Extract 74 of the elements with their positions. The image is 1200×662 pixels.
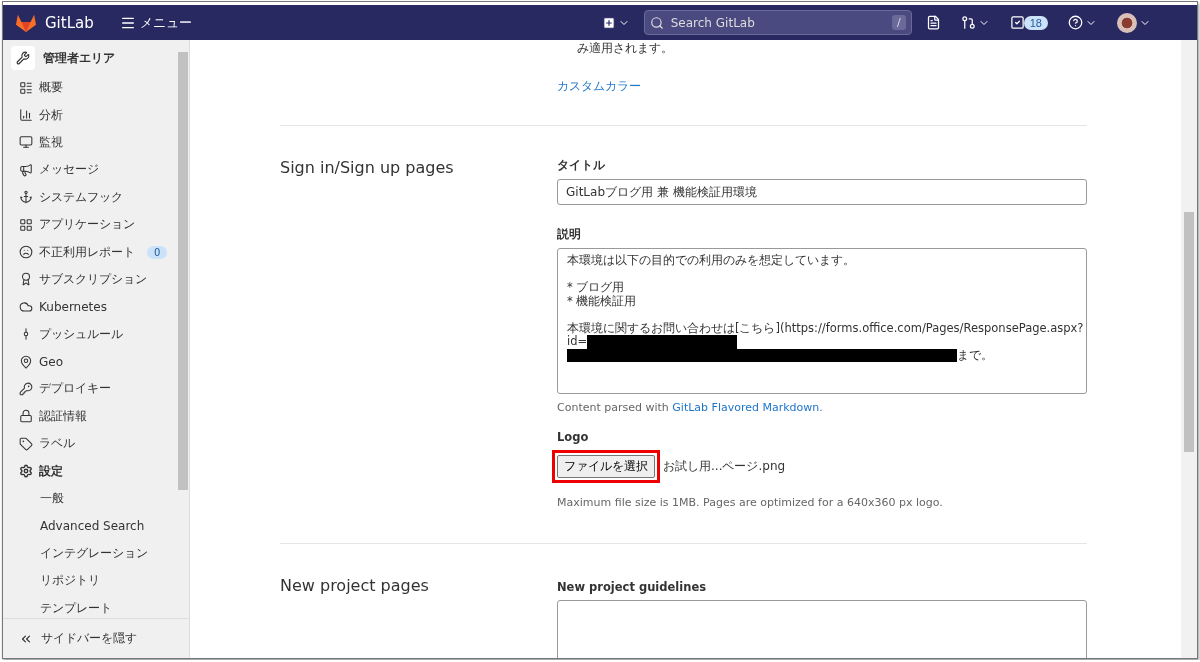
todo-count: 18 — [1023, 15, 1048, 30]
map-pin-icon — [19, 354, 33, 369]
sidebar-item[interactable]: システムフック — [11, 183, 175, 211]
sidebar-subitem[interactable]: テンプレート — [11, 594, 175, 618]
sidebar-item[interactable]: 設定 — [11, 457, 175, 485]
custom-color-link[interactable]: カスタムカラー — [557, 79, 641, 93]
help-text: Maximum file size is 1MB. Pages are optimized for a 640x360 px logo. — [557, 496, 944, 509]
section-heading: New project pages — [280, 575, 430, 597]
sidebar-title: 管理者エリア — [43, 49, 115, 67]
grid-icon — [19, 217, 33, 232]
description-text: 本環境に関するお問い合わせは[こちら](https://forms.office.com/Pages/ResponsePage.aspx? — [567, 321, 1084, 335]
search-icon — [649, 15, 664, 30]
sidebar-item[interactable]: デプロイキー — [11, 375, 175, 403]
lock-icon — [19, 409, 33, 424]
menu-button[interactable]: メニュー — [115, 11, 196, 34]
description-text: 本環境は以下の目的での利用のみを想定しています。 — [567, 254, 855, 268]
sidebar-subitem[interactable]: Advanced Search — [11, 512, 175, 540]
description-text: * ブログ用 — [567, 281, 625, 295]
sidebar-subitem[interactable]: 一般 — [11, 484, 175, 513]
checkbox-icon — [1009, 15, 1025, 30]
settings-icon — [19, 464, 33, 479]
file-name: お試し用...ページ.png — [663, 458, 786, 475]
sidebar-item[interactable]: メッセージ — [11, 156, 175, 184]
scroll-thumb[interactable] — [1184, 212, 1194, 452]
sidebar-item[interactable]: 概要 — [11, 74, 175, 102]
scrollbar[interactable] — [1181, 40, 1197, 658]
bar-chart-icon — [19, 108, 33, 123]
title-field[interactable]: GitLabブログ用 兼 機能検証用環境 — [557, 179, 1087, 205]
search-field[interactable]: Search GitLab / — [643, 10, 912, 35]
description-text: id= — [567, 335, 588, 349]
award-icon — [19, 272, 33, 287]
sidebar-item[interactable]: Kubernetes — [11, 293, 175, 321]
help-icon — [1068, 15, 1083, 30]
sidebar-item[interactable]: 監視 — [11, 128, 175, 157]
field-label: New project guidelines — [557, 580, 708, 594]
count-badge: 0 — [147, 245, 168, 259]
sidebar-subitem[interactable]: インテグレーション — [11, 539, 175, 568]
field-label: Logo — [557, 430, 590, 444]
cloud-icon — [19, 299, 33, 314]
field-label: 説明 — [557, 227, 582, 242]
sidebar-scrollbar[interactable] — [178, 52, 188, 490]
monitor-icon — [19, 135, 33, 150]
sidebar-item[interactable]: 分析 — [11, 101, 175, 129]
megaphone-icon — [19, 162, 33, 177]
key-icon — [19, 382, 33, 396]
help-text: Content parsed with GitLab Flavored Markdown. — [557, 401, 824, 414]
sidebar-item[interactable]: Geo — [11, 347, 175, 376]
todo-button[interactable]: 18 — [1005, 13, 1052, 32]
sidebar-item[interactable]: ラベル — [11, 430, 175, 458]
sidebar-item[interactable]: 不正利用レポート 0 — [11, 238, 175, 266]
plus-icon — [601, 15, 616, 30]
sidebar-item[interactable]: サブスクリプション — [11, 265, 175, 294]
sidebar-subitem[interactable]: リポジトリ — [11, 567, 175, 595]
anchor-icon — [19, 190, 33, 205]
brand-name: GitLab — [45, 13, 94, 32]
shortcut-key: / — [892, 15, 906, 30]
sidebar-item[interactable]: 認証情報 — [11, 402, 175, 431]
section-heading: Sign in/Sign up pages — [280, 157, 455, 179]
choose-file-button[interactable]: ファイルを選択 — [557, 455, 655, 478]
tag-icon — [19, 436, 33, 451]
sidebar-item[interactable]: アプリケーション — [11, 210, 175, 239]
avatar-icon — [1117, 12, 1137, 33]
note-text: み適用されます。 — [576, 40, 674, 57]
search-input[interactable]: Search GitLab — [668, 14, 888, 31]
sidebar-item[interactable]: プッシュルール — [11, 320, 175, 348]
field-label: タイトル — [557, 158, 606, 173]
merge-icon — [960, 15, 976, 30]
description-text: まで。 — [957, 348, 993, 362]
wrench-icon — [11, 46, 35, 70]
list-icon — [19, 80, 33, 95]
description-field[interactable]: 本環境は以下の目的での利用のみを想定しています。 * ブログ用 * 機能検証用 本環境に関するお問い合わせは[こちら](https://forms.office.com/Pages/ResponsePage.aspx? id= まで。 — [557, 248, 1087, 394]
frown-icon — [19, 245, 33, 260]
description-text: * 機能検証用 — [567, 294, 637, 308]
document-icon — [925, 15, 941, 30]
